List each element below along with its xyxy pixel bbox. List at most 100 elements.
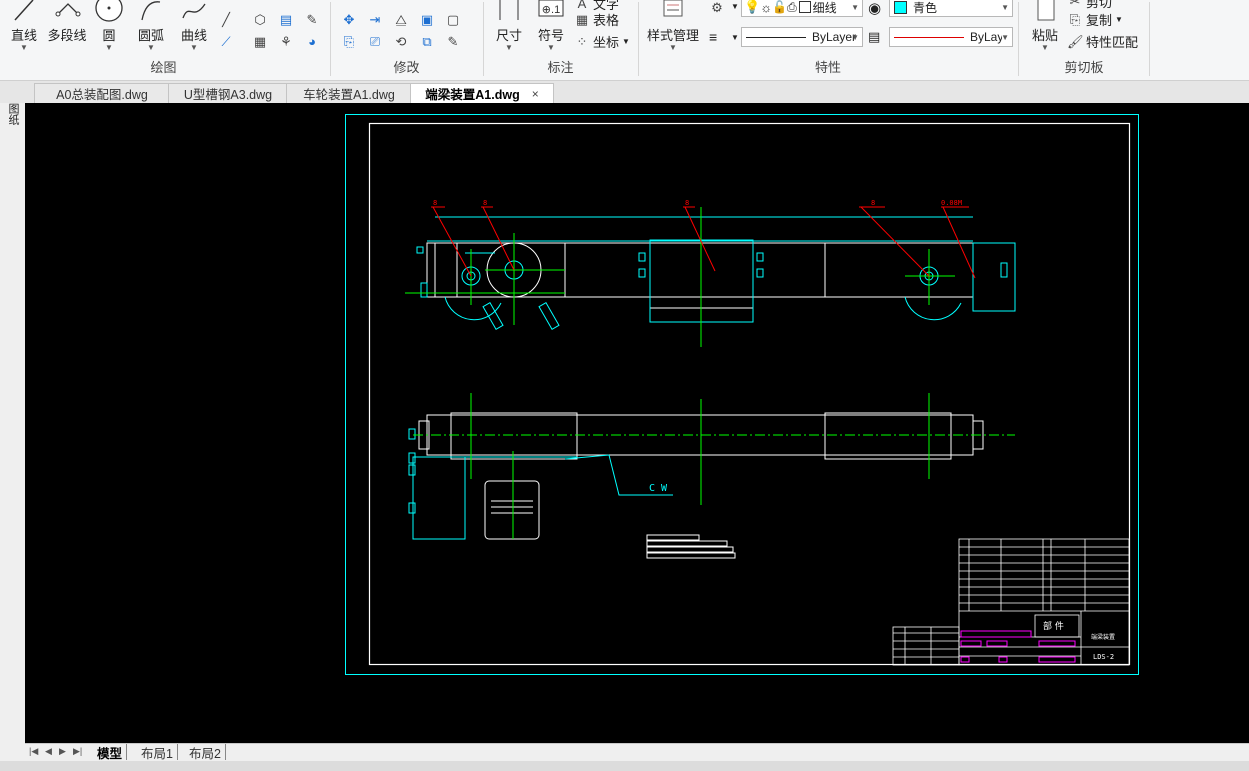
table-tool-icon[interactable]: ▤: [278, 12, 294, 28]
symbol-button[interactable]: ⊕.1 符号 ▼: [534, 0, 568, 52]
xline-tool-icon[interactable]: ⟋: [218, 34, 234, 50]
explode-icon[interactable]: ✎: [445, 34, 461, 50]
dimension-label-1: 8: [433, 199, 437, 207]
slash-tool-icon[interactable]: ╱: [218, 12, 234, 28]
array-icon[interactable]: ▣: [419, 12, 435, 28]
scissors-icon: ✂: [1069, 0, 1081, 9]
coordinate-button[interactable]: ⁘ 坐标 ▼: [574, 32, 630, 51]
copy-button[interactable]: ⎘ 复制 ▼: [1067, 10, 1123, 29]
shape-tool-icon[interactable]: ⬡: [252, 12, 268, 28]
linetype-list-icon[interactable]: ≡: [709, 29, 717, 45]
layout-tab-layout2[interactable]: 布局2: [185, 744, 226, 761]
tab-end-beam-device[interactable]: 端梁装置A1.dwg ×: [410, 83, 554, 103]
dimension-label-5: 0.08M: [941, 199, 962, 207]
linetype-combo[interactable]: ByLayer ▼: [741, 27, 863, 47]
move-icon[interactable]: ✥: [341, 12, 357, 28]
first-layout-icon[interactable]: |◀: [29, 746, 38, 757]
match-properties-button[interactable]: 🖌 特性匹配: [1067, 32, 1138, 51]
lineweight-label: 细线: [812, 0, 837, 15]
next-layout-icon[interactable]: ▶: [59, 746, 66, 757]
modify-panel: ✥ ⇥ ⧋ ▣ ▢ ⎘ ⎚ ⟲ ⧉ ✎ 修改: [331, 0, 482, 80]
brush-icon: 🖌: [1067, 33, 1084, 49]
lock-icon: 🔓: [772, 0, 788, 14]
linetype-list-dropdown-icon[interactable]: ▼: [731, 33, 739, 42]
polyline-button[interactable]: 多段线: [44, 0, 90, 44]
curve-dropdown-icon[interactable]: ▼: [176, 44, 212, 52]
dimension-label-2: 8: [483, 199, 487, 207]
properties-panel-title: 特性: [814, 60, 841, 75]
sheet-outer-frame: [345, 114, 1139, 675]
symbol-icon: ⊕.1: [538, 0, 564, 17]
dimension-label-4: 8: [871, 199, 875, 207]
point-tool-icon[interactable]: ✎: [304, 12, 320, 28]
arc-button[interactable]: 圆弧 ▼: [132, 0, 170, 52]
style-manager-dropdown-icon[interactable]: ▼: [643, 44, 703, 52]
layer-state-icon[interactable]: ⚙: [709, 0, 725, 16]
bulb-icon: 💡: [744, 0, 761, 14]
fillet-icon[interactable]: ⧉: [419, 34, 435, 50]
coordinate-label: 坐标: [593, 35, 620, 50]
style-manager-icon: [663, 0, 683, 17]
layer-combo[interactable]: 💡 ☼ 🔓 ⎙ 细线 ▼: [741, 0, 863, 17]
color-wheel-icon[interactable]: ◉: [868, 0, 881, 17]
line-dropdown-icon[interactable]: ▼: [6, 44, 42, 52]
hatch-tool-icon[interactable]: ▦: [252, 34, 268, 50]
prev-layout-icon[interactable]: ◀: [45, 746, 52, 757]
circle-icon: [95, 0, 123, 22]
color-combo[interactable]: 青色 ▼: [889, 0, 1013, 17]
curve-icon: [182, 3, 206, 19]
print-icon: ⎙: [787, 0, 797, 14]
dimension-dropdown-icon[interactable]: ▼: [490, 44, 528, 52]
tab-a0-assembly[interactable]: A0总装配图.dwg: [34, 83, 170, 103]
curve-button[interactable]: 曲线 ▼: [176, 0, 212, 52]
region-tool-icon[interactable]: ⚘: [278, 34, 294, 50]
dimension-button[interactable]: 尺寸 ▼: [490, 0, 528, 52]
arc-icon: [141, 1, 161, 21]
draw-panel: 直线 ▼ 多段线 圆 ▼ 圆弧 ▼ 曲线 ▼ ╱ ⟋ ⬡ ▦ ▤ ⚘ ✎ ◕ 绘…: [0, 0, 327, 80]
layer-state-dropdown-icon[interactable]: ▼: [731, 2, 739, 11]
line-color-sample: [894, 36, 964, 38]
sun-icon: ☼: [760, 0, 773, 15]
layout-tab-model[interactable]: 模型: [93, 744, 128, 761]
mirror-icon[interactable]: ⧋: [393, 12, 409, 28]
circle-button[interactable]: 圆 ▼: [92, 0, 126, 52]
paste-button[interactable]: 粘贴 ▼: [1025, 0, 1065, 52]
line-icon: [14, 0, 34, 21]
dimension-label-3: 8: [685, 199, 689, 207]
paste-dropdown-icon[interactable]: ▼: [1025, 44, 1065, 52]
dimension-label: 尺寸: [495, 28, 522, 43]
style-manager-button[interactable]: 样式管理 ▼: [643, 0, 703, 52]
front-view: [416, 216, 1016, 330]
drawing-svg[interactable]: 8 8 8 8 0.08M C W 部 件 端梁装置 LDS-2: [25, 103, 1249, 743]
last-layout-icon[interactable]: ▶|: [73, 746, 82, 757]
line-button[interactable]: 直线 ▼: [6, 0, 42, 52]
line-label: 直线: [10, 28, 37, 43]
rotate-icon[interactable]: ⟲: [393, 34, 409, 50]
trim-icon[interactable]: ⇥: [367, 12, 383, 28]
copy-obj-icon[interactable]: ⎘: [341, 34, 357, 50]
properties-panel: 样式管理 ▼ ⚙ ▼ 💡 ☼ 🔓 ⎙ 细线 ▼ ◉ 青色 ▼ ≡ ▼ ByLay…: [639, 0, 1017, 80]
scale-icon[interactable]: ▢: [445, 12, 461, 28]
offset-icon[interactable]: ⎚: [367, 34, 383, 50]
line-color-combo[interactable]: ByLayer ▼: [889, 27, 1013, 47]
left-palette-strip: ⇄ 图纸: [0, 81, 25, 771]
wipeout-tool-icon[interactable]: ◕: [304, 34, 320, 50]
polyline-label: 多段线: [47, 28, 87, 43]
tab-wheel-device[interactable]: 车轮装置A1.dwg: [286, 83, 412, 103]
arc-dropdown-icon[interactable]: ▼: [132, 44, 170, 52]
panel-separator: [1149, 2, 1150, 76]
drawing-canvas[interactable]: 8 8 8 8 0.08M C W 部 件 端梁装置 LDS-2: [25, 103, 1249, 743]
color-combo-dropdown-icon: ▼: [1001, 2, 1009, 12]
circle-dropdown-icon[interactable]: ▼: [92, 44, 126, 52]
layout-tab-layout1[interactable]: 布局1: [137, 744, 178, 761]
layout-tab-label: 模型: [97, 746, 123, 761]
sheet-manager-label[interactable]: 图纸: [6, 103, 19, 125]
tab-label: 端梁装置A1.dwg: [425, 88, 520, 102]
lineweight-icon[interactable]: ▤: [868, 29, 880, 45]
color-label: 青色: [913, 0, 938, 15]
tab-u-channel[interactable]: U型槽钢A3.dwg: [168, 83, 288, 103]
close-tab-icon[interactable]: ×: [532, 87, 539, 101]
table-button[interactable]: ▦ 表格: [574, 10, 619, 29]
clipboard-panel: 粘贴 ▼ ✂ 剪切 ⎘ 复制 ▼ 🖌 特性匹配 剪切板: [1019, 0, 1149, 80]
symbol-dropdown-icon[interactable]: ▼: [534, 44, 568, 52]
